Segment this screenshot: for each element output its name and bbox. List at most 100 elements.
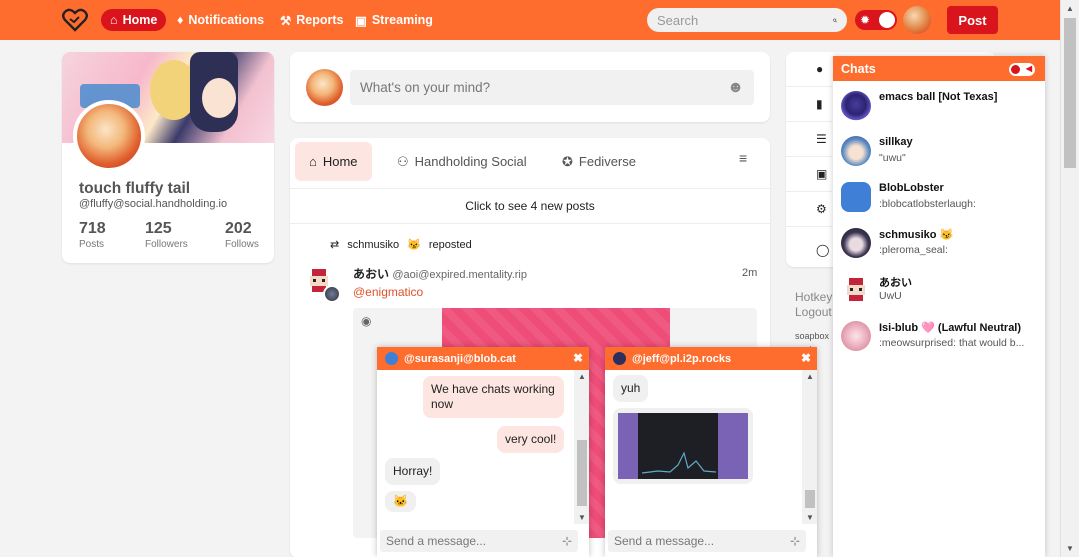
profile-card: touch fluffy tail @fluffy@social.handhol… (62, 52, 274, 263)
chat-list-item[interactable]: emacs ball [Not Texas] (841, 87, 1041, 127)
lock-icon: ▣ (816, 167, 828, 181)
chat-list-item[interactable]: あおい UwU (841, 270, 1041, 310)
chat-avatar (841, 91, 871, 121)
chat-messages: yuh (605, 370, 801, 524)
chat-input-placeholder: Send a message... (386, 534, 487, 548)
stat-posts[interactable]: 718 Posts (79, 220, 106, 250)
close-icon[interactable]: ✖ (801, 351, 811, 365)
chat-pane-title: @jeff@pl.i2p.rocks (632, 352, 732, 365)
chat-avatar (841, 136, 871, 166)
repost-emoji: 😼 (407, 239, 421, 251)
chat-list-item[interactable]: schmusiko 😼 :pleroma_seal: (841, 224, 1041, 264)
theme-toggle[interactable]: ✹ (855, 10, 897, 30)
chat-pane-header[interactable]: @jeff@pl.i2p.rocks ✖ (605, 347, 817, 370)
scrollbar-thumb[interactable] (805, 490, 815, 508)
chat-name: あおい (879, 277, 912, 289)
scroll-down-arrow-icon[interactable]: ▼ (806, 513, 814, 522)
stat-follows[interactable]: 202 Follows (225, 220, 259, 250)
menu-item-lists[interactable]: ☰ (786, 122, 832, 157)
users-icon: ⚇ (397, 153, 409, 169)
chat-message-input[interactable]: Send a message... ⊹ (380, 530, 578, 552)
chat-pane-title: @surasanji@blob.cat (404, 352, 516, 365)
chat-message-input[interactable]: Send a message... ⊹ (608, 530, 806, 552)
nav-reports[interactable]: ⚒ Reports (280, 9, 343, 31)
nav-streaming[interactable]: ▣ Streaming (355, 9, 433, 31)
nav-notifications[interactable]: ♦ Notifications (177, 9, 264, 31)
stat-value: 202 (225, 220, 252, 237)
menu-item-preferences[interactable]: ⚙ (786, 192, 832, 227)
toggle-knob (1011, 65, 1020, 74)
composer-input[interactable]: What's on your mind? ☻ (350, 70, 754, 105)
chat-list-item[interactable]: BlobLobster :blobcatlobsterlaugh: (841, 178, 1041, 218)
toggle-knob (879, 12, 895, 28)
footer-line: soapbox (795, 331, 830, 341)
menu-item-security[interactable]: ▣ (786, 157, 832, 192)
chat-name: sillkay (879, 136, 913, 148)
repost-user[interactable]: schmusiko (347, 239, 399, 251)
list-icon: ☰ (816, 132, 827, 146)
new-posts-banner[interactable]: Click to see 4 new posts (290, 188, 770, 224)
chat-avatar (847, 278, 865, 301)
status-timestamp[interactable]: 2m (742, 267, 757, 279)
scroll-up-arrow-icon[interactable]: ▲ (578, 372, 586, 381)
profile-name[interactable]: touch fluffy tail (79, 180, 190, 198)
search-icon[interactable] (833, 14, 837, 27)
chat-last-message: UwU (879, 290, 902, 302)
tab-home[interactable]: ⌂ Home (295, 142, 372, 181)
chats-sound-toggle[interactable]: ◀ (1009, 63, 1035, 76)
chat-scrollbar[interactable]: ▲ ▼ (574, 370, 589, 524)
menu-item-logout[interactable]: ◯ (786, 232, 832, 267)
sun-icon: ✹ (860, 13, 871, 27)
status-mention[interactable]: @enigmatico (353, 285, 423, 299)
nav-reports-label: Reports (296, 13, 344, 27)
emoji-picker-icon[interactable]: ☻ (727, 79, 744, 97)
chat-message: very cool! (497, 426, 565, 453)
search-box[interactable] (647, 8, 847, 32)
chat-list-item[interactable]: Isi-blub 🩷 (Lawful Neutral) :meowsurpris… (841, 317, 1041, 357)
paperclip-icon[interactable]: ⊹ (562, 534, 572, 548)
scroll-up-arrow-icon[interactable]: ▲ (806, 372, 814, 381)
stat-followers[interactable]: 125 Followers (145, 220, 188, 250)
gear-icon: ⚙ (816, 202, 827, 216)
stat-label: Followers (145, 239, 188, 250)
status-author[interactable]: あおい @aoi@expired.mentality.rip (353, 265, 527, 282)
sliders-icon[interactable]: ≡ (739, 150, 747, 166)
search-input[interactable] (657, 12, 833, 28)
chat-message: Horray! (385, 458, 441, 485)
chat-message: 🐱 (385, 491, 416, 512)
nav-streaming-label: Streaming (371, 13, 433, 27)
menu-item-bookmarks[interactable]: ▮ (786, 87, 832, 122)
account-avatar[interactable] (903, 6, 931, 34)
footer-links: Hotkey Logout (795, 290, 832, 320)
scroll-down-arrow-icon[interactable]: ▼ (1066, 544, 1074, 553)
handshake-logo-icon[interactable] (62, 8, 88, 32)
tab-fediverse[interactable]: ✪ Fediverse (548, 142, 650, 181)
page-scrollbar[interactable]: ▲ ▼ (1060, 0, 1079, 557)
chat-pane: @surasanji@blob.cat ✖ We have chats work… (377, 347, 589, 557)
post-button[interactable]: Post (947, 6, 998, 34)
chat-list-item[interactable]: sillkay "uwu" (841, 132, 1041, 172)
chat-pane-header[interactable]: @surasanji@blob.cat ✖ (377, 347, 589, 370)
menu-item-profile[interactable]: ● (786, 52, 832, 87)
reposter-avatar[interactable] (323, 285, 341, 303)
nav-home[interactable]: ⌂ Home (101, 9, 167, 31)
profile-avatar[interactable] (73, 100, 145, 172)
scrollbar-thumb[interactable] (577, 440, 587, 506)
scroll-down-arrow-icon[interactable]: ▼ (578, 513, 586, 522)
paperclip-icon[interactable]: ⊹ (790, 534, 800, 548)
tab-handholding-social[interactable]: ⚇ Handholding Social (383, 142, 541, 181)
chats-header[interactable]: Chats ◀ (833, 56, 1045, 81)
scrollbar-thumb[interactable] (1064, 18, 1076, 168)
chats-panel: Chats ◀ emacs ball [Not Texas] sillkay "… (833, 56, 1045, 557)
chat-scrollbar[interactable]: ▲ ▼ (802, 370, 817, 524)
scroll-up-arrow-icon[interactable]: ▲ (1066, 4, 1074, 13)
hotkeys-link[interactable]: Hotkey (795, 290, 832, 305)
logout-link[interactable]: Logout (795, 305, 832, 320)
repost-text: reposted (428, 238, 472, 251)
close-icon[interactable]: ✖ (573, 351, 583, 365)
chat-last-message: :meowsurprised: that would b... (879, 337, 1025, 349)
home-icon: ⌂ (309, 154, 317, 169)
chat-image-attachment[interactable] (613, 408, 753, 484)
stat-value: 125 (145, 220, 172, 237)
eye-slash-icon[interactable]: ◉ (361, 314, 371, 328)
